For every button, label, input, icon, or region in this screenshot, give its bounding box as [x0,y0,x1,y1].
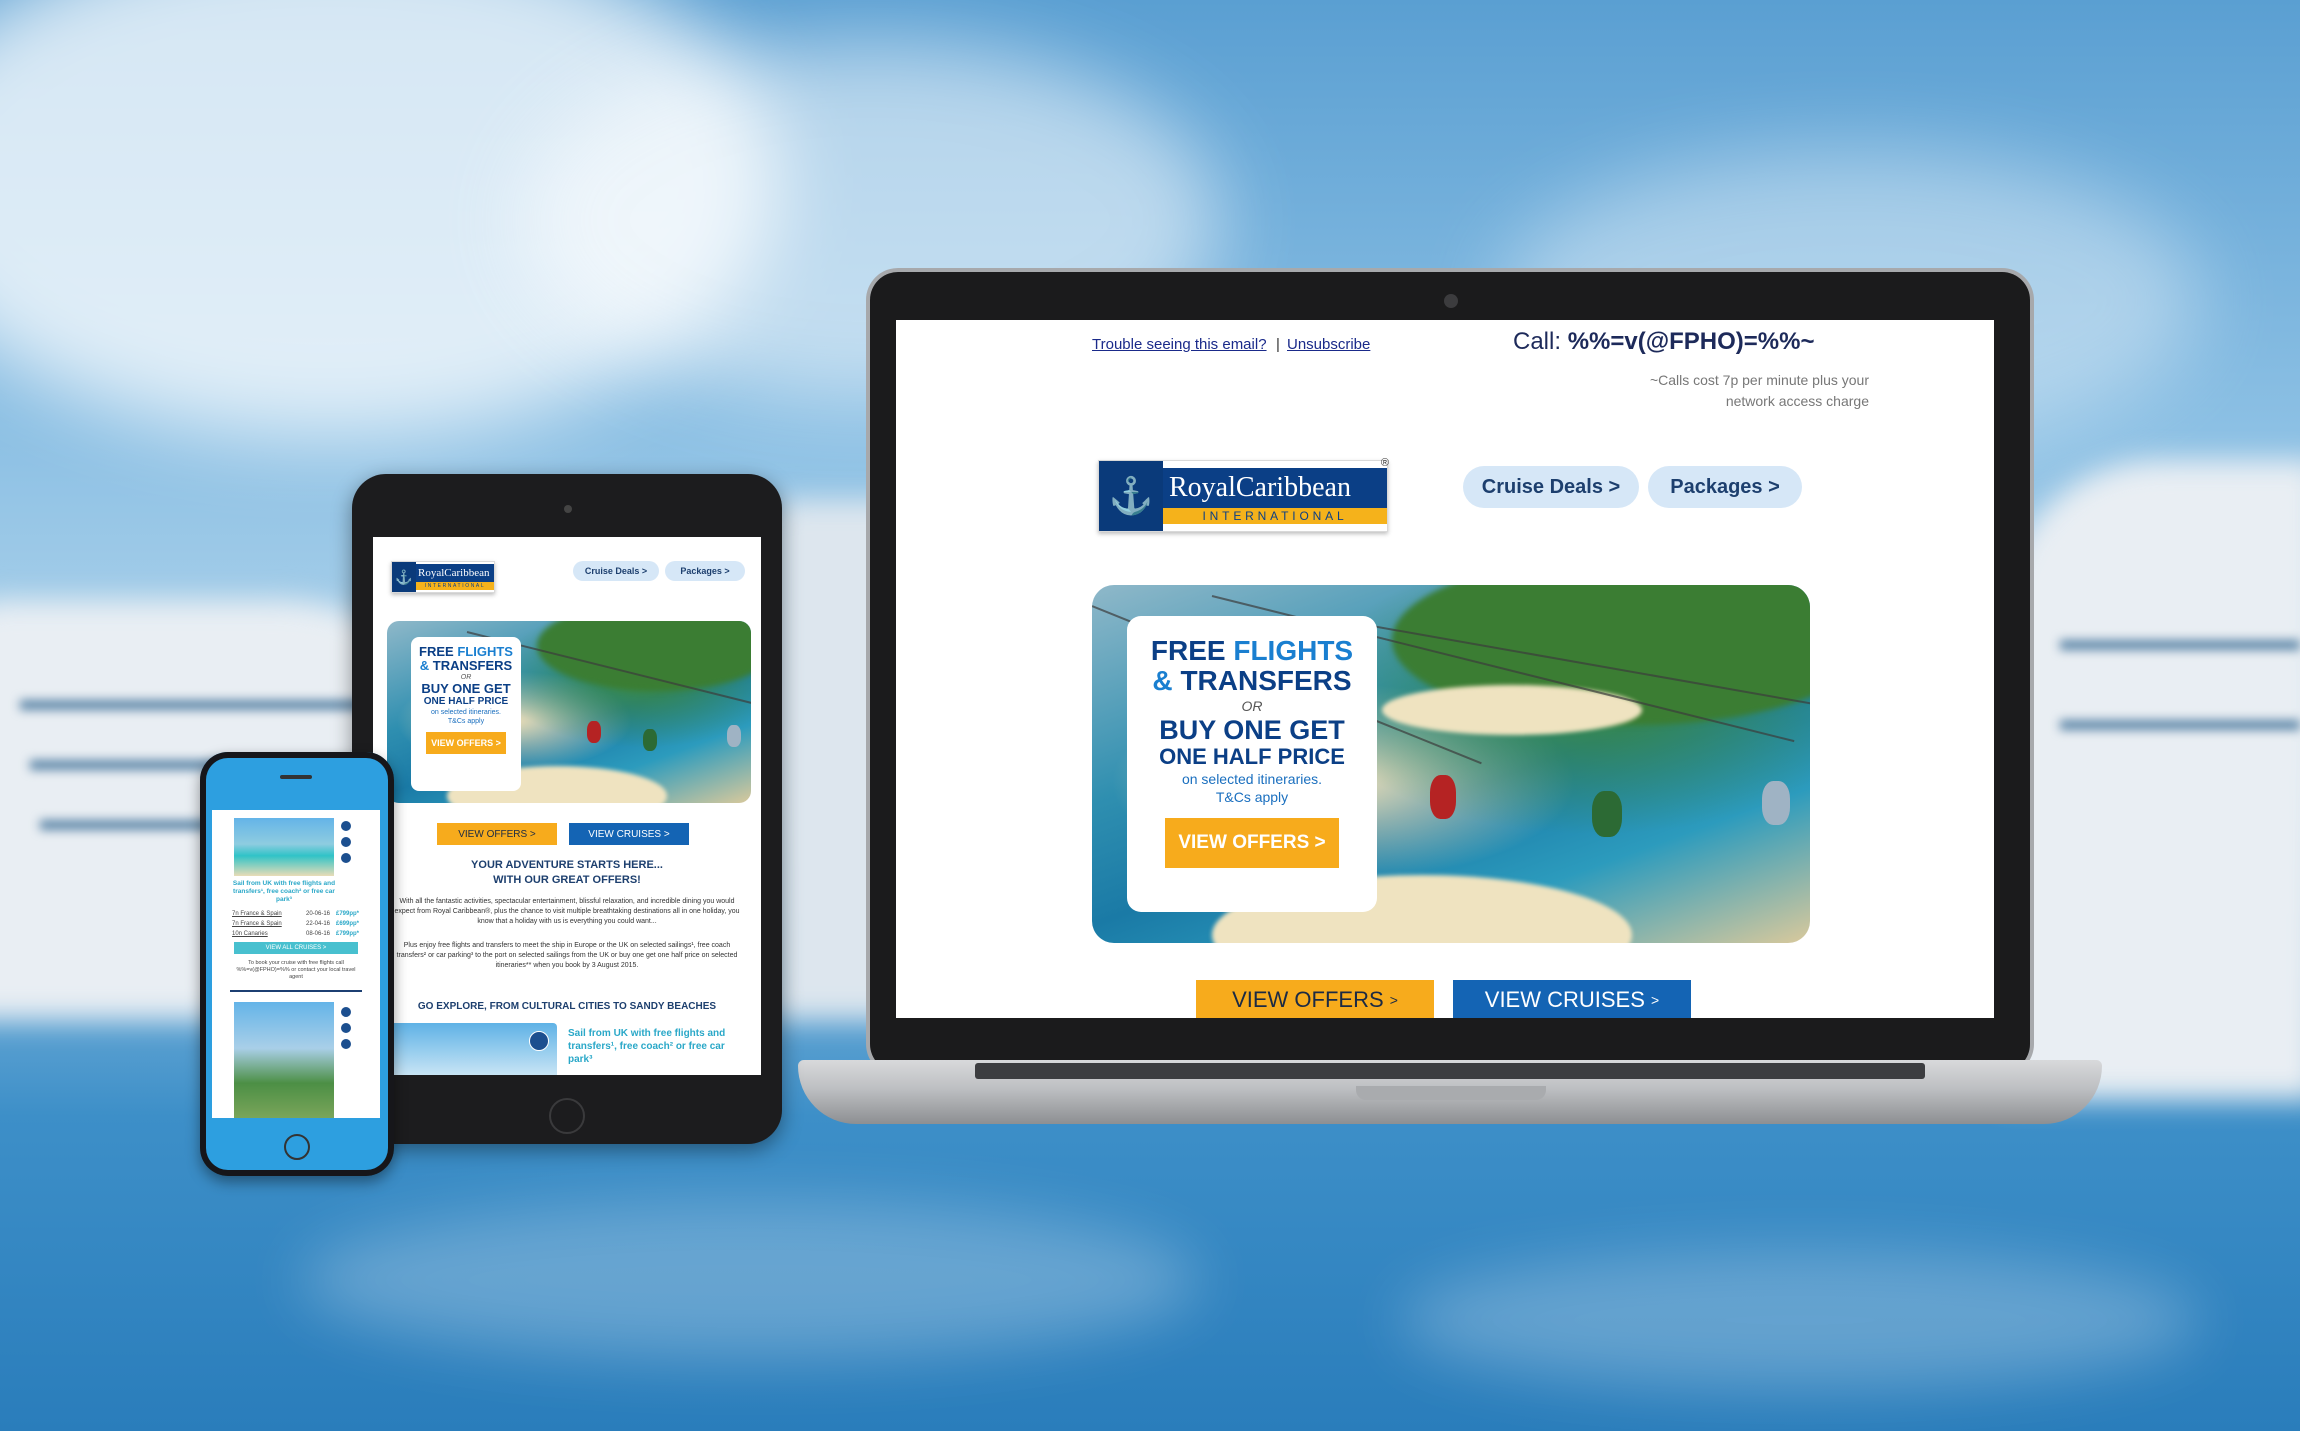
ship-windows [2060,720,2300,730]
cruise-row-date: 20-06-16 [306,911,331,917]
ship-icon [340,820,352,832]
cruise-deals-button[interactable]: Cruise Deals > [573,561,659,581]
royal-caribbean-logo[interactable]: ⚓ RoyalCaribbean INTERNATIONAL [391,561,495,593]
packages-button[interactable]: Packages > [665,561,745,581]
destination-image[interactable] [387,1023,557,1075]
view-cruises-button[interactable]: VIEW CRUISES > [569,823,689,845]
car-icon [340,1038,352,1050]
promo-view-offers-button[interactable]: VIEW OFFERS > [1165,818,1339,868]
ship-icon [340,1006,352,1018]
view-offers-label: VIEW OFFERS [1232,987,1384,1012]
phone-speaker [280,775,312,779]
call-label: Call: [1513,328,1562,355]
cruise-row-price: £799pp* [336,911,360,917]
cruise-row-date: 22-04-16 [306,921,331,927]
laptop-screen: Trouble seeing this email? | Unsubscribe… [896,320,1994,1018]
packages-button[interactable]: Packages > [1648,466,1802,508]
cruise-ship-right [2000,460,2300,1100]
call-line: Call: %%=v(@FPHO)=%%~ [1513,328,1815,356]
promo-half-price: ONE HALF PRICE [1159,744,1345,769]
zipline-rider [1762,781,1790,825]
sail-card-title: Sail from UK with free flights and trans… [232,880,336,903]
promo-line-flights: FREE FLIGHTS [1150,635,1354,666]
promo-line-transfers: & TRANSFERS [419,658,513,673]
cruise-row-name[interactable]: 10n Canaries [232,930,268,938]
car-icon [340,852,352,864]
intro-paragraph: With all the fantastic activities, spect… [394,898,740,925]
promo-card: FREE FLIGHTS & TRANSFERS OR BUY ONE GET … [1127,616,1377,912]
offers-headline: WITH OUR GREAT OFFERS! [493,874,641,886]
laptop-notch [1356,1086,1546,1100]
promo-bogo: BUY ONE GET [1159,715,1345,745]
cruise-deals-button[interactable]: Cruise Deals > [1463,466,1639,508]
ship-windows [2060,640,2300,650]
offers-paragraph: Plus enjoy free flights and transfers to… [396,942,738,969]
promo-selected: on selected itineraries. [430,709,502,716]
tablet-screen: ⚓ RoyalCaribbean INTERNATIONAL Cruise De… [373,537,761,1075]
logo-international: INTERNATIONAL [416,582,494,590]
call-number[interactable]: %%=v(@FPHO)=%%~ [1568,328,1815,355]
booking-note: To book your cruise with free flights ca… [236,960,356,980]
trouble-seeing-link[interactable]: Trouble seeing this email? [1092,336,1267,353]
cruise-row-price: £799pp* [336,931,360,937]
view-all-cruises-button[interactable]: VIEW ALL CRUISES > [234,942,358,954]
phone-home-button[interactable] [284,1134,310,1160]
view-offers-button[interactable]: VIEW OFFERS > [1196,980,1434,1018]
promo-tcs: T&Cs apply [1215,789,1289,805]
promo-bogo: BUY ONE GET [421,681,511,696]
promo-line-transfers: & TRANSFERS [1152,665,1352,696]
logo-registered: ® [1380,457,1389,469]
zipline-rider [587,721,601,743]
adventure-headline: YOUR ADVENTURE STARTS HERE... [471,859,663,871]
ship-icon [529,1031,549,1051]
crown-anchor-icon: ⚓ [392,562,416,592]
cruise-row-name[interactable]: 7n France & Spain [232,910,282,918]
logo-international: INTERNATIONAL [1163,508,1387,524]
plane-icon [340,836,352,848]
ship-windows [20,700,400,710]
phone-screen: Sail from UK with free flights and trans… [212,810,380,1118]
view-cruises-button[interactable]: VIEW CRUISES > [1453,980,1691,1018]
plane-icon [340,1022,352,1034]
promo-view-offers-button[interactable]: VIEW OFFERS > [426,732,506,754]
cruise-row-date: 08-06-16 [306,931,331,937]
cruise-row-name[interactable]: 7n France & Spain [232,920,282,928]
laptop-camera [1444,294,1458,308]
chevron-right-icon: > [1389,992,1398,1008]
beach-image[interactable] [234,818,334,876]
promo-half-price: ONE HALF PRICE [423,696,509,707]
promo-card: FREE FLIGHTS & TRANSFERS OR BUY ONE GET … [411,637,521,791]
explore-headline: GO EXPLORE, FROM CULTURAL CITIES TO SAND… [417,1001,717,1012]
sea-glint [300,1200,1200,1360]
promo-tcs: T&Cs apply [447,718,485,725]
zipline-rider [643,729,657,751]
crown-anchor-icon: ⚓ [1099,461,1163,531]
tablet-camera [564,505,572,513]
logo-brand: RoyalCaribbean [416,564,494,582]
call-cost-note: ~Calls cost 7p per minute plus your netw… [1649,372,1869,409]
sail-card-title: Sail from UK with free flights and trans… [568,1028,726,1065]
logo-brand: RoyalCaribbean [1163,468,1387,508]
chevron-right-icon: > [1651,992,1660,1008]
tablet-home-button[interactable] [549,1098,585,1134]
link-separator: | [1276,336,1280,353]
promo-or: OR [1241,698,1263,714]
sea-glint [1400,1250,2200,1390]
divider [230,990,362,992]
zipline-rider [727,725,741,747]
promo-line-flights: FREE FLIGHTS [419,644,513,659]
zipline-rider [1430,775,1456,819]
view-offers-button[interactable]: VIEW OFFERS > [437,823,557,845]
zipline-rider [1592,791,1622,837]
promo-selected: on selected itineraries. [1181,771,1323,787]
royal-caribbean-logo[interactable]: ⚓ RoyalCaribbean INTERNATIONAL ® [1098,457,1389,532]
view-cruises-label: VIEW CRUISES [1484,987,1645,1012]
laptop-keyboard-edge [975,1063,1925,1079]
cruise-row-price: £699pp* [336,921,360,927]
city-image[interactable] [234,1002,334,1118]
unsubscribe-link[interactable]: Unsubscribe [1287,336,1370,353]
